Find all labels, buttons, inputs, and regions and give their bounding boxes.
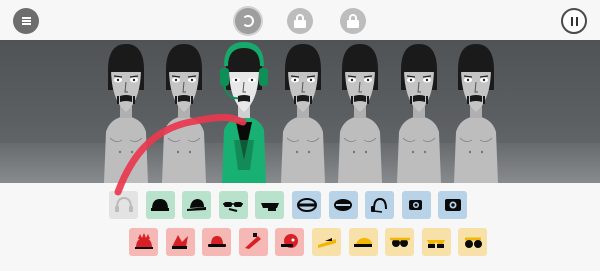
sound-icon-melodies[interactable] (129, 228, 158, 256)
sound-icon-voices[interactable] (348, 228, 378, 256)
round-cap-icon (280, 234, 298, 248)
sound-icon-melodies[interactable] (165, 228, 195, 256)
glasses-band-icon (334, 199, 353, 211)
performer-active[interactable] (214, 40, 274, 183)
sound-palette (0, 183, 600, 271)
sound-icon-voices[interactable] (458, 228, 488, 256)
cap-side-icon (186, 199, 206, 211)
pause-button[interactable] (561, 8, 587, 34)
flat-cap-icon (354, 237, 373, 247)
sound-icon-melodies[interactable] (275, 228, 305, 256)
sound-icon-effects[interactable] (438, 191, 468, 219)
bonus-button[interactable] (235, 8, 261, 34)
locked-bonus-button[interactable] (287, 8, 313, 34)
top-bar (0, 0, 600, 40)
lock-icon (294, 14, 306, 28)
eye-visor-icon (409, 200, 423, 210)
performer-idle[interactable] (446, 40, 506, 183)
visor-icon (260, 203, 279, 211)
jester-hat-icon (172, 235, 189, 249)
performer-idle[interactable] (96, 40, 156, 183)
camera-visor-icon (444, 199, 461, 211)
sound-icon-melodies[interactable] (238, 228, 268, 256)
performer-idle[interactable] (389, 40, 449, 183)
sound-icon-effects[interactable] (365, 191, 395, 219)
menu-icon (21, 17, 31, 25)
shades-icon (427, 240, 446, 248)
pause-icon (570, 16, 578, 26)
lock-icon (347, 14, 359, 28)
sound-icon-beats[interactable] (255, 191, 285, 219)
performer-idle[interactable] (273, 40, 333, 183)
headphones-icon (114, 196, 133, 212)
goggles-icon (223, 202, 244, 212)
headset-icon (370, 197, 387, 213)
sunglasses-icon (389, 237, 410, 247)
party-hat-icon (245, 233, 262, 249)
spiky-hat-icon (134, 233, 153, 249)
sound-icon-voices[interactable] (421, 228, 451, 256)
headband-icon (296, 198, 317, 212)
sound-icon-effects[interactable] (401, 191, 431, 219)
menu-button[interactable] (13, 8, 39, 34)
performer-idle[interactable] (154, 40, 214, 183)
stage (0, 40, 600, 183)
straw-hat-icon (317, 238, 336, 248)
cap-icon (151, 199, 170, 211)
sound-icon-melodies[interactable] (202, 228, 232, 256)
sound-icon-effects[interactable] (292, 191, 321, 219)
sound-icon-voices[interactable] (312, 228, 341, 256)
round-glasses-icon (464, 237, 482, 248)
sound-icon-beats[interactable] (182, 191, 212, 219)
sound-icon-beats[interactable] (218, 191, 248, 219)
sound-icon-effects[interactable] (328, 191, 358, 219)
performer-idle[interactable] (330, 40, 390, 183)
bowler-hat-icon (207, 236, 226, 247)
locked-bonus-button[interactable] (340, 8, 366, 34)
sound-icon-beats[interactable] (145, 191, 175, 219)
sound-icon-used[interactable] (109, 191, 138, 219)
sound-icon-voices[interactable] (385, 228, 415, 256)
bonus-swirl-icon (242, 15, 254, 27)
